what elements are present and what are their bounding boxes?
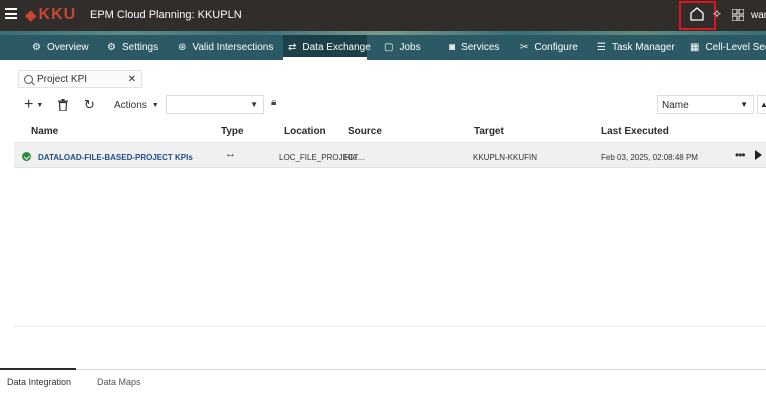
tab-label: Settings bbox=[121, 42, 159, 53]
chevron-down-icon: ▼ bbox=[151, 101, 159, 109]
job-name-link[interactable]: DATALOAD-FILE-BASED-PROJECT KPIs bbox=[38, 153, 193, 162]
company-logo: ◆ KKU bbox=[25, 5, 77, 24]
navigator-grid-icon[interactable] bbox=[732, 9, 744, 21]
configure-icon: ✂ bbox=[520, 42, 529, 53]
app-root: ◆ KKU EPM Cloud Planning: KKUPLN ✧ war ⚙… bbox=[0, 0, 766, 396]
clear-search-icon[interactable]: ✕ bbox=[128, 74, 136, 85]
accessibility-icon[interactable]: ✧ bbox=[712, 7, 722, 23]
actions-label: Actions bbox=[114, 99, 147, 111]
column-header-name[interactable]: Name bbox=[31, 126, 58, 137]
tab-label: Services bbox=[461, 42, 500, 53]
refresh-icon[interactable]: ↻ bbox=[84, 96, 95, 114]
task-manager-icon: ☰ bbox=[597, 42, 606, 53]
app-header: ◆ KKU EPM Cloud Planning: KKUPLN ✧ war bbox=[0, 0, 766, 31]
add-button[interactable]: + ▼ bbox=[24, 96, 43, 114]
search-value: Project KPI bbox=[37, 73, 88, 85]
tab-label: Configure bbox=[534, 42, 578, 53]
run-icon[interactable] bbox=[755, 150, 762, 160]
delete-icon[interactable] bbox=[58, 99, 68, 111]
source-cell: File bbox=[344, 153, 357, 162]
column-header-source[interactable]: Source bbox=[348, 126, 382, 137]
filter-select[interactable]: ▼ bbox=[166, 95, 264, 114]
tab-label: Data Exchange bbox=[302, 42, 371, 53]
tab-cell-level-security[interactable]: ▦ Cell-Level Secu bbox=[690, 35, 766, 60]
lock-icon[interactable]: 🔒︎ bbox=[271, 97, 276, 108]
tab-label: Overview bbox=[46, 42, 89, 53]
cell-security-icon: ▦ bbox=[690, 42, 700, 53]
tab-label: Valid Intersections bbox=[192, 42, 274, 53]
target-cell: KKUPLN-KKUFIN bbox=[473, 153, 538, 162]
active-tab-indicator bbox=[0, 368, 76, 370]
logo-text: KKU bbox=[38, 5, 77, 23]
app-title: EPM Cloud Planning: KKUPLN bbox=[90, 9, 242, 21]
highlight-box bbox=[679, 1, 716, 30]
bidirectional-type-icon: ↔ bbox=[225, 148, 236, 160]
sort-direction-button[interactable]: ▲ bbox=[757, 95, 766, 114]
last-executed-cell: Feb 03, 2025, 02:08:48 PM bbox=[601, 153, 698, 162]
tab-configure[interactable]: ✂ Configure bbox=[520, 35, 578, 60]
chevron-down-icon: ▼ bbox=[36, 101, 44, 109]
search-icon bbox=[24, 74, 33, 84]
sort-by-value: Name bbox=[662, 100, 689, 111]
table-bottom-border bbox=[14, 326, 766, 327]
exchange-icon: ⇄ bbox=[288, 42, 297, 53]
column-header-location[interactable]: Location bbox=[284, 126, 326, 137]
gear-icon: ⚙ bbox=[107, 42, 116, 53]
search-filter[interactable]: Project KPI ✕ bbox=[18, 70, 142, 88]
tab-valid-intersections[interactable]: ⊛ Valid Intersections bbox=[178, 35, 273, 60]
tab-label: Jobs bbox=[399, 42, 421, 53]
tab-data-maps[interactable]: Data Maps bbox=[97, 377, 141, 387]
tab-data-integration[interactable]: Data Integration bbox=[7, 377, 71, 387]
more-options-icon[interactable]: ••• bbox=[735, 148, 746, 162]
user-menu[interactable]: war bbox=[751, 10, 766, 21]
tab-services[interactable]: ◙ Services bbox=[449, 35, 499, 60]
tab-label: Cell-Level Secu bbox=[705, 42, 766, 53]
hamburger-menu-icon[interactable] bbox=[5, 8, 17, 19]
actions-menu-button[interactable]: Actions ▼ bbox=[114, 96, 159, 114]
column-header-target[interactable]: Target bbox=[474, 126, 504, 137]
jobs-icon: ▢ bbox=[384, 42, 394, 53]
sort-by-select[interactable]: Name ▼ bbox=[657, 95, 754, 114]
column-header-type[interactable]: Type bbox=[221, 126, 244, 137]
logo-mark-icon: ◆ bbox=[25, 6, 37, 24]
bottom-tabs-divider bbox=[0, 369, 766, 370]
tab-settings[interactable]: ⚙ Settings bbox=[107, 35, 158, 60]
success-status-icon bbox=[22, 152, 31, 161]
column-header-last-executed[interactable]: Last Executed bbox=[601, 126, 669, 137]
tab-overview[interactable]: ⚙ Overview bbox=[32, 35, 89, 60]
chevron-down-icon: ▼ bbox=[740, 100, 748, 109]
main-nav: ⚙ Overview ⚙ Settings ⊛ Valid Intersecti… bbox=[0, 35, 766, 60]
tab-label: Task Manager bbox=[611, 42, 675, 53]
chevron-down-icon: ▼ bbox=[250, 100, 258, 109]
tab-jobs[interactable]: ▢ Jobs bbox=[384, 35, 421, 60]
gear-icon: ⚙ bbox=[32, 42, 41, 53]
tab-task-manager[interactable]: ☰ Task Manager bbox=[597, 35, 675, 60]
tab-data-exchange[interactable]: ⇄ Data Exchange bbox=[283, 35, 371, 60]
intersections-icon: ⊛ bbox=[178, 42, 187, 53]
plus-icon: + bbox=[24, 96, 34, 113]
services-icon: ◙ bbox=[449, 42, 456, 53]
